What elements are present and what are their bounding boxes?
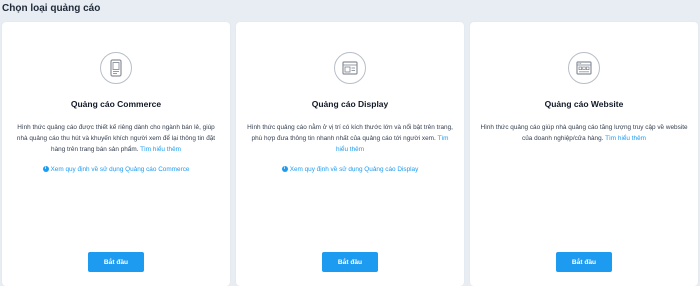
start-button[interactable]: Bắt đầu <box>322 252 378 272</box>
card-title: Quảng cáo Website <box>544 99 624 109</box>
policy-link[interactable]: i Xem quy định về sử dụng Quảng cáo Comme… <box>2 165 230 173</box>
display-ad-card: Quảng cáo Display Hình thức quảng cáo nằ… <box>236 22 464 286</box>
card-description: Hình thức quảng cáo được thiết kế riêng … <box>16 124 216 153</box>
website-icon <box>568 52 600 84</box>
mobile-commerce-icon <box>100 52 132 84</box>
start-button[interactable]: Bắt đầu <box>556 252 612 272</box>
card-description: Hình thức quảng cáo giúp nhà quảng cáo t… <box>480 124 688 142</box>
card-description: Hình thức quảng cáo nằm ở vị trí có kích… <box>247 124 453 153</box>
ad-type-cards: Quảng cáo Commerce Hình thức quảng cáo đ… <box>2 22 698 286</box>
page-title: Chọn loại quảng cáo <box>2 3 101 14</box>
commerce-ad-card: Quảng cáo Commerce Hình thức quảng cáo đ… <box>2 22 230 286</box>
info-icon: i <box>42 165 49 172</box>
learn-more-link[interactable]: Tìm hiểu thêm <box>605 135 646 142</box>
website-ad-card: Quảng cáo Website Hình thức quảng cáo gi… <box>470 22 698 286</box>
card-title: Quảng cáo Commerce <box>70 99 162 109</box>
info-icon: i <box>281 165 288 172</box>
learn-more-link[interactable]: Tìm hiểu thêm <box>140 146 181 153</box>
start-button[interactable]: Bắt đầu <box>88 252 144 272</box>
display-ad-icon <box>334 52 366 84</box>
card-title: Quảng cáo Display <box>311 99 389 109</box>
policy-link[interactable]: i Xem quy định về sử dụng Quảng cáo Displ… <box>236 165 464 173</box>
